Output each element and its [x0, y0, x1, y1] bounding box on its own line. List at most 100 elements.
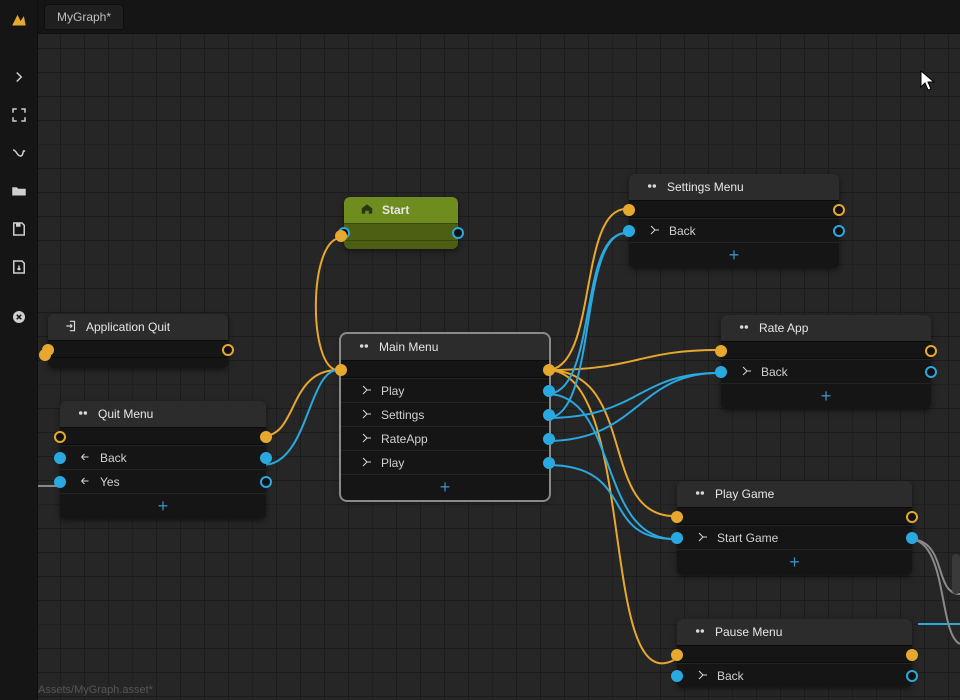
node-row[interactable]: Start Game — [677, 525, 912, 549]
logo-icon[interactable] — [6, 8, 32, 34]
chevron-right-icon[interactable] — [6, 64, 32, 90]
flow-out-port[interactable] — [543, 364, 555, 376]
plus-icon: + — [821, 386, 832, 407]
action-icon — [697, 669, 711, 683]
flow-out-port[interactable] — [833, 204, 845, 216]
row-label: Back — [761, 365, 788, 379]
node-row[interactable]: Play — [341, 450, 549, 474]
node-main-menu[interactable]: Main Menu Play Settings RateApp — [341, 334, 549, 500]
start-in-port[interactable] — [335, 230, 347, 242]
node-application-quit[interactable]: Application Quit — [48, 314, 228, 368]
row-in-port[interactable] — [715, 366, 727, 378]
row-in-port[interactable] — [54, 452, 66, 464]
flow-icon[interactable] — [6, 140, 32, 166]
add-row-button[interactable]: + — [60, 493, 266, 519]
node-flow-row — [721, 341, 931, 359]
row-out-port[interactable] — [543, 433, 555, 445]
row-in-port[interactable] — [671, 532, 683, 544]
node-row[interactable]: Back — [721, 359, 931, 383]
node-row[interactable]: Yes — [60, 469, 266, 493]
row-out-port[interactable] — [543, 409, 555, 421]
node-title: Rate App — [759, 321, 808, 335]
flow-in-port[interactable] — [623, 204, 635, 216]
node-header[interactable]: Application Quit — [48, 314, 228, 340]
view-icon — [645, 179, 659, 196]
row-out-port[interactable] — [833, 225, 845, 237]
node-row[interactable]: RateApp — [341, 426, 549, 450]
node-play-game[interactable]: Play Game Start Game + — [677, 481, 912, 575]
plus-icon: + — [440, 477, 451, 498]
row-out-port[interactable] — [543, 385, 555, 397]
node-rate-app[interactable]: Rate App Back + — [721, 315, 931, 409]
node-header[interactable]: Play Game — [677, 481, 912, 507]
view-icon — [693, 624, 707, 641]
home-icon — [360, 202, 374, 219]
graph-canvas[interactable]: Application Quit Start Quit Menu — [38, 34, 960, 700]
row-label: Start Game — [717, 531, 778, 545]
plus-icon: + — [729, 245, 740, 266]
flow-out-port[interactable] — [452, 227, 464, 239]
row-in-port[interactable] — [623, 225, 635, 237]
node-row[interactable]: Settings — [341, 402, 549, 426]
close-icon[interactable] — [6, 304, 32, 330]
node-start[interactable]: Start — [344, 197, 458, 249]
action-icon — [361, 432, 375, 446]
flow-in-port[interactable] — [671, 649, 683, 661]
add-row-button[interactable]: + — [721, 383, 931, 409]
row-in-port[interactable] — [54, 476, 66, 488]
action-icon — [741, 365, 755, 379]
plus-icon: + — [789, 552, 800, 573]
flow-in-port[interactable] — [335, 364, 347, 376]
add-row-button[interactable]: + — [677, 549, 912, 575]
action-icon — [361, 456, 375, 470]
tab-title: MyGraph* — [57, 10, 111, 24]
flow-out-port[interactable] — [906, 511, 918, 523]
node-header[interactable]: Quit Menu — [60, 401, 266, 427]
asset-path: Assets/MyGraph.asset* — [38, 684, 153, 696]
folder-icon[interactable] — [6, 178, 32, 204]
node-row[interactable]: Back — [60, 445, 266, 469]
row-out-port[interactable] — [906, 532, 918, 544]
flow-in-port[interactable] — [54, 431, 66, 443]
node-settings-menu[interactable]: Settings Menu Back + — [629, 174, 839, 268]
node-row[interactable]: Back — [677, 663, 912, 687]
canvas-scrollbar[interactable] — [952, 554, 960, 594]
row-out-port[interactable] — [906, 670, 918, 682]
row-out-port[interactable] — [260, 476, 272, 488]
node-quit-menu[interactable]: Quit Menu Back Yes + — [60, 401, 266, 519]
view-icon — [693, 486, 707, 503]
node-header[interactable]: Pause Menu — [677, 619, 912, 645]
flow-in-port[interactable] — [671, 511, 683, 523]
export-icon[interactable] — [6, 254, 32, 280]
flow-out-port[interactable] — [925, 345, 937, 357]
node-title: Main Menu — [379, 340, 438, 354]
action-icon — [80, 451, 94, 465]
row-out-port[interactable] — [925, 366, 937, 378]
node-header[interactable]: Rate App — [721, 315, 931, 341]
add-row-button[interactable]: + — [341, 474, 549, 500]
node-pause-menu[interactable]: Pause Menu Back — [677, 619, 912, 687]
flow-out-port[interactable] — [906, 649, 918, 661]
node-row[interactable]: Play — [341, 378, 549, 402]
node-title: Start — [382, 203, 409, 217]
flow-out-port[interactable] — [260, 431, 272, 443]
row-out-port[interactable] — [543, 457, 555, 469]
row-out-port[interactable] — [260, 452, 272, 464]
node-header[interactable]: Start — [344, 197, 458, 223]
flow-out-port[interactable] — [222, 344, 234, 356]
node-row[interactable]: Back — [629, 218, 839, 242]
view-icon — [737, 320, 751, 337]
save-icon[interactable] — [6, 216, 32, 242]
row-in-port[interactable] — [671, 670, 683, 682]
fit-icon[interactable] — [6, 102, 32, 128]
action-icon — [80, 475, 94, 489]
node-header[interactable]: Settings Menu — [629, 174, 839, 200]
tab-mygraph[interactable]: MyGraph* — [44, 4, 124, 30]
row-label: Back — [100, 451, 127, 465]
node-flow-row — [341, 360, 549, 378]
row-label: Play — [381, 456, 404, 470]
appquit-in-port[interactable] — [39, 349, 51, 361]
node-header[interactable]: Main Menu — [341, 334, 549, 360]
add-row-button[interactable]: + — [629, 242, 839, 268]
flow-in-port[interactable] — [715, 345, 727, 357]
